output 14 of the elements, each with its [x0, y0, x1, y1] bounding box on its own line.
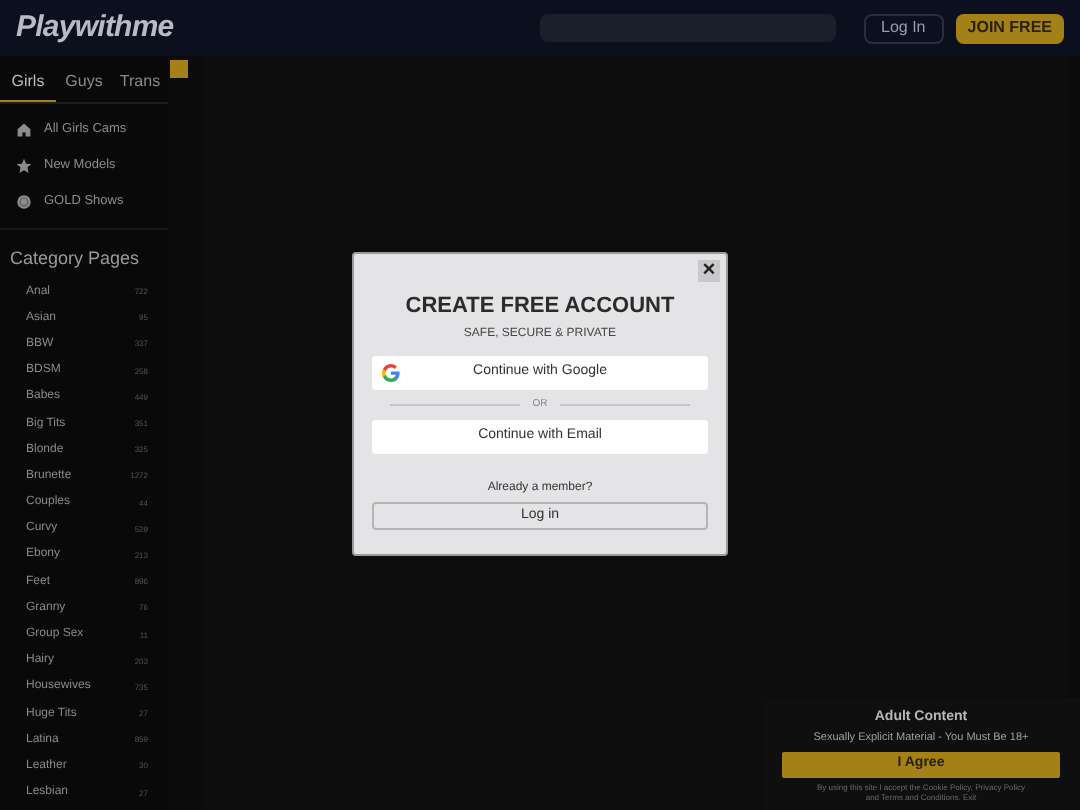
site-logo[interactable]: Playwithme	[16, 5, 174, 51]
join-button[interactable]: JOIN FREE	[955, 13, 1064, 43]
google-icon	[382, 363, 400, 381]
category-tab[interactable]: Guys	[56, 64, 112, 102]
coin-icon	[16, 194, 32, 210]
star-icon	[16, 158, 32, 174]
category-tab[interactable]: Trans	[112, 64, 168, 102]
close-button[interactable]: ×	[698, 260, 720, 282]
login-button[interactable]: Log In	[863, 13, 944, 43]
toggle-button[interactable]	[170, 60, 188, 78]
dialog-title: CREATE FREE ACCOUNT	[405, 292, 675, 322]
category-tab[interactable]: Girls	[0, 64, 56, 102]
section-heading: Category Pages	[8, 246, 142, 272]
home-icon	[16, 122, 32, 138]
